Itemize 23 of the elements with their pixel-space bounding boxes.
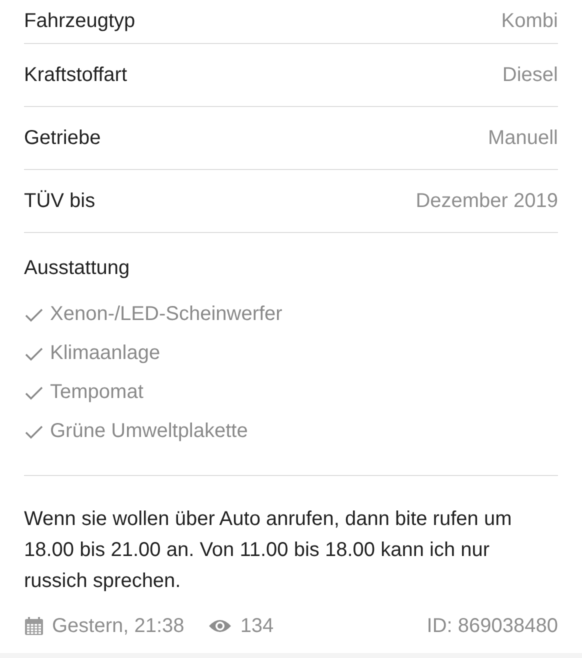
description-text: Wenn sie wollen über Auto anrufen, dann bite rufen um 18.00 bis 21.00 an. Von 11.00 bis 18.00 kann ich nur russich sprechen. bbox=[24, 507, 513, 594]
feature-text: Tempomat bbox=[50, 381, 144, 404]
check-icon bbox=[24, 306, 44, 322]
feature-text: Xenon-/LED-Scheinwerfer bbox=[50, 303, 282, 326]
spec-label: Kraftstoffart bbox=[24, 64, 128, 86]
eye-icon bbox=[208, 618, 232, 634]
section-title: Ausstattung bbox=[24, 257, 131, 280]
view-count: 134 bbox=[240, 614, 274, 638]
feature-text: Klimaanlage bbox=[50, 342, 160, 365]
check-icon bbox=[24, 346, 44, 362]
spec-value: Manuell bbox=[488, 126, 558, 150]
spec-value: Diesel bbox=[502, 64, 558, 86]
spec-value: Kombi bbox=[501, 10, 558, 33]
spec-label: TÜV bis bbox=[24, 190, 96, 212]
spec-label: Fahrzeugtyp bbox=[24, 10, 136, 33]
feature-text: Grüne Umweltplakette bbox=[50, 420, 248, 443]
date-text: Gestern, 21:38 bbox=[52, 614, 184, 638]
spec-label: Getriebe bbox=[24, 126, 101, 150]
listing-id: ID: 869038480 bbox=[426, 614, 558, 638]
spec-value: Dezember 2019 bbox=[416, 190, 558, 212]
check-icon bbox=[24, 384, 44, 400]
check-icon bbox=[24, 424, 44, 440]
calendar-icon bbox=[24, 616, 44, 636]
